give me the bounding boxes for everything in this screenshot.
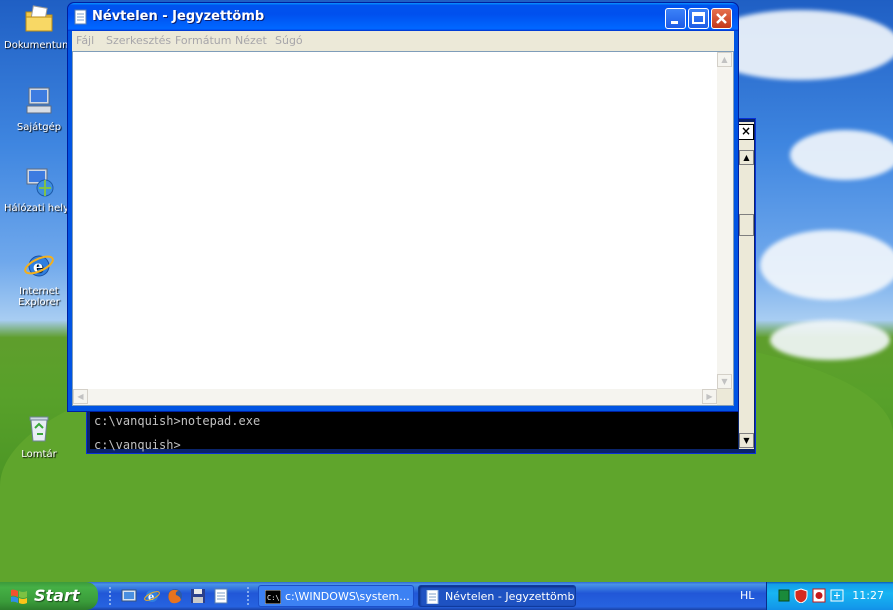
clock[interactable]: 11:27 [852, 589, 884, 602]
network-places-icon [26, 168, 54, 197]
console-icon: C:\ [265, 590, 281, 604]
close-icon [716, 13, 727, 24]
notepad-icon [74, 9, 87, 25]
taskbar-button-label: Névtelen - Jegyzettömb [445, 590, 575, 603]
save-icon[interactable] [189, 587, 207, 605]
security-shield-icon[interactable] [794, 588, 808, 603]
taskbar-button-notepad[interactable]: Névtelen - Jegyzettömb [418, 585, 576, 607]
display-settings-icon[interactable] [830, 588, 844, 603]
internet-explorer-icon[interactable]: e [143, 587, 161, 605]
minimize-icon [671, 21, 678, 24]
windows-logo-icon [11, 589, 27, 604]
close-button[interactable] [711, 8, 732, 29]
system-tray: 11:27 [766, 582, 893, 610]
desktop-icon-label: Lomtár [21, 449, 57, 460]
desktop-icon-internet-explorer[interactable]: e Internet Explorer [4, 249, 74, 308]
notepad-icon [426, 590, 439, 604]
show-desktop-icon[interactable] [120, 587, 138, 605]
recycle-bin-icon [29, 416, 49, 442]
firefox-icon[interactable] [166, 587, 184, 605]
window-title: Névtelen - Jegyzettömb [92, 9, 265, 24]
menu-file[interactable]: Fájl [76, 34, 94, 47]
desktop-icon-documents[interactable]: Dokumentumok [4, 3, 74, 51]
desktop-icon-my-computer[interactable]: Sajátgép [4, 85, 74, 133]
editor-horizontal-scrollbar[interactable]: ◀ ▶ [73, 389, 717, 405]
toolbar-grip[interactable] [246, 586, 250, 606]
desktop-icon-label: Hálózati helyek [4, 203, 74, 214]
text-editor[interactable]: ▲ ▼ ◀ ▶ [72, 51, 734, 406]
editor-vertical-scrollbar[interactable]: ▲ ▼ [717, 52, 733, 389]
console-vertical-scrollbar[interactable]: × ▲ ▼ [738, 122, 754, 449]
cloud [770, 320, 890, 360]
desktop-icon-label: Dokumentumok [4, 40, 74, 51]
scroll-up-button[interactable]: ▲ [717, 52, 732, 67]
svg-text:C:\: C:\ [267, 594, 280, 602]
desktop-icon-network[interactable]: Hálózati helyek [4, 166, 74, 214]
menu-help[interactable]: Súgó [275, 34, 303, 47]
resize-grip[interactable] [717, 389, 733, 405]
start-label: Start [34, 586, 80, 605]
cloud [760, 230, 893, 300]
start-button[interactable]: Start [0, 582, 98, 610]
menu-format[interactable]: Formátum [175, 34, 231, 47]
scroll-thumb[interactable] [739, 214, 754, 236]
console-line: c:\vanquish> [94, 438, 181, 452]
title-bar[interactable]: Névtelen - Jegyzettömb [68, 3, 738, 31]
my-computer-icon [26, 87, 52, 114]
desktop-icon-label: Internet Explorer [18, 286, 60, 308]
desktop-icon-label: Sajátgép [16, 122, 62, 133]
network-status-icon[interactable] [777, 588, 791, 603]
folder-documents-icon [25, 5, 53, 32]
minimize-button[interactable] [665, 8, 686, 29]
maximize-icon [692, 12, 705, 24]
scroll-up-button[interactable]: ▲ [739, 150, 754, 165]
menu-edit[interactable]: Szerkesztés [106, 34, 171, 47]
scroll-left-button[interactable]: ◀ [73, 389, 88, 404]
console-close-button[interactable]: × [738, 124, 754, 140]
console-line: c:\vanquish>notepad.exe [94, 414, 261, 428]
toolbar-grip[interactable] [108, 586, 112, 606]
taskbar-button-label: c:\WINDOWS\system... [285, 590, 410, 603]
notepad-icon[interactable] [212, 587, 230, 605]
desktop-icon-recycle-bin[interactable]: Lomtár [4, 412, 74, 460]
language-indicator[interactable]: HL [740, 589, 754, 602]
taskbar: Start e C:\ c:\WINDOWS\system... Névtele… [0, 582, 893, 610]
menu-bar: Fájl Szerkesztés Formátum Nézet Súgó [72, 31, 734, 51]
cloud [790, 130, 893, 180]
antivirus-icon[interactable] [812, 588, 826, 603]
maximize-button[interactable] [688, 8, 709, 29]
scroll-down-button[interactable]: ▼ [717, 374, 732, 389]
scroll-down-button[interactable]: ▼ [739, 433, 754, 448]
menu-view[interactable]: Nézet [235, 34, 267, 47]
scroll-right-button[interactable]: ▶ [702, 389, 717, 404]
taskbar-button-console[interactable]: C:\ c:\WINDOWS\system... [258, 585, 414, 607]
internet-explorer-icon: e [24, 255, 54, 277]
notepad-window[interactable]: Névtelen - Jegyzettömb Fájl Szerkesztés … [67, 2, 739, 412]
